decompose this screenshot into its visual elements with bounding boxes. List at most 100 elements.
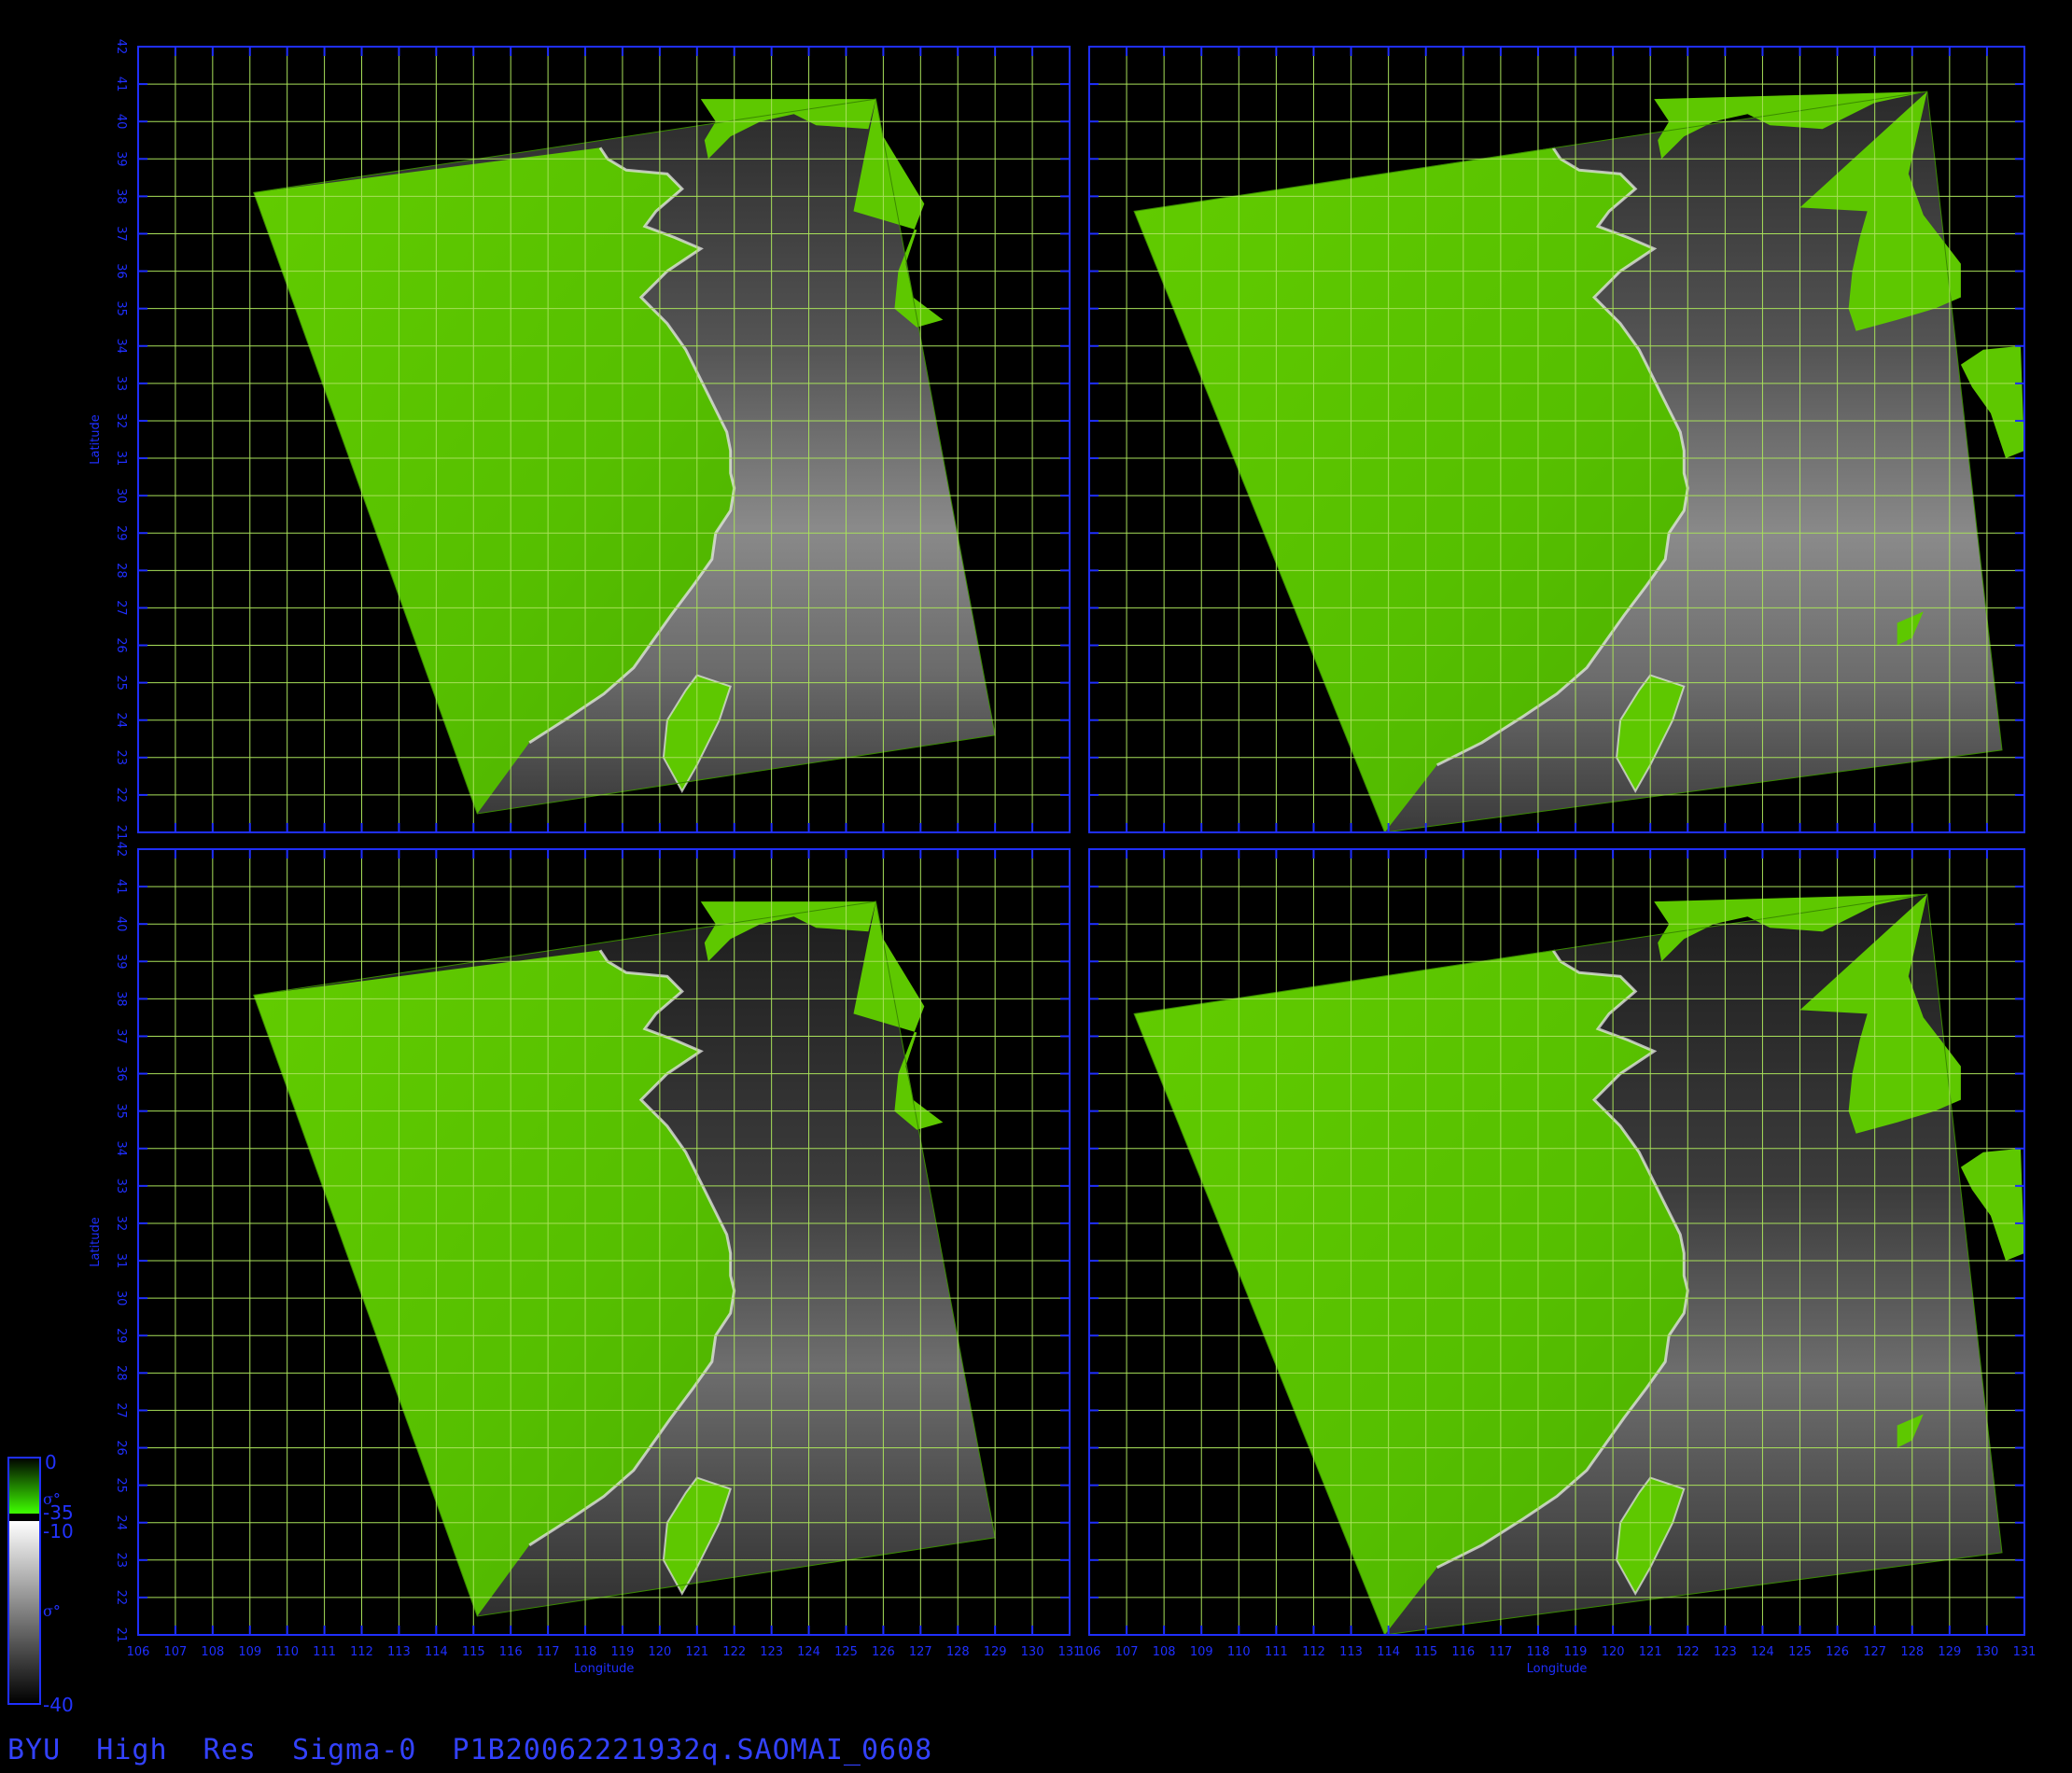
- lon-tick-label: 119: [1564, 1645, 1588, 1659]
- lat-tick-label: 21: [114, 1627, 128, 1643]
- lon-tick-label: 106: [1078, 1645, 1101, 1659]
- lat-tick-label: 21: [114, 825, 128, 841]
- lat-tick-label: 36: [114, 1066, 128, 1082]
- lat-tick-label: 38: [114, 188, 128, 204]
- swath-image: [1133, 893, 2024, 1635]
- figure-title: BYU High Res Sigma-0 P1B20062221932q.SAO…: [7, 1734, 933, 1766]
- lon-tick-label: 114: [1377, 1645, 1400, 1659]
- lat-tick-label: 33: [114, 1179, 128, 1194]
- lon-tick-label: 114: [425, 1645, 448, 1659]
- lat-tick-label: 22: [114, 788, 128, 803]
- lat-tick-label: 26: [114, 637, 128, 653]
- lon-tick-label: 113: [1339, 1645, 1363, 1659]
- x-axis-label: Longitude: [1527, 1662, 1588, 1676]
- lon-tick-label: 130: [1021, 1645, 1044, 1659]
- lat-tick-label: 23: [114, 1553, 128, 1569]
- swath-image: [253, 900, 996, 1617]
- lon-tick-label: 107: [1115, 1645, 1139, 1659]
- lat-tick-label: 28: [114, 1365, 128, 1381]
- map-panel-top-right: [1088, 46, 2025, 833]
- lon-tick-label: 125: [834, 1645, 858, 1659]
- lon-tick-label: 110: [1227, 1645, 1251, 1659]
- lat-tick-label: 37: [114, 226, 128, 242]
- lat-tick-label: 25: [114, 1477, 128, 1493]
- lon-tick-label: 116: [1451, 1645, 1475, 1659]
- lon-tick-label: 109: [238, 1645, 261, 1659]
- map-figure: 21 22 23 24 25 26 27 28 29 30 31 32 33 34 35 36 37 38 39 40…: [7, 39, 2036, 1716]
- lat-tick-label: 34: [114, 338, 128, 354]
- lon-tick-label: 119: [611, 1645, 635, 1659]
- lon-tick-label: 129: [984, 1645, 1007, 1659]
- colorbar-gray-bottom-label: -40: [43, 1694, 74, 1716]
- lat-tick-label: 30: [114, 1291, 128, 1306]
- lat-tick-label: 40: [114, 916, 128, 932]
- land-kyushu: [1960, 1148, 2024, 1261]
- lon-tick-label: 120: [1602, 1645, 1625, 1659]
- lat-tick-label: 32: [114, 413, 128, 429]
- lat-tick-label: 35: [114, 300, 128, 316]
- lat-tick-label: 29: [114, 525, 128, 541]
- colorbar: 0 σ° -35 -10 σ° -40: [7, 1451, 74, 1716]
- lon-tick-label: 128: [946, 1645, 970, 1659]
- lon-tick-label: 106: [127, 1645, 150, 1659]
- swath-image: [253, 98, 996, 815]
- lon-tick-label: 131: [2013, 1645, 2037, 1659]
- lon-tick-label: 109: [1190, 1645, 1213, 1659]
- lat-tick-label: 27: [114, 1403, 128, 1418]
- lat-tick-label: 22: [114, 1590, 128, 1606]
- lon-tick-label: 126: [872, 1645, 895, 1659]
- lon-tick-label: 117: [1489, 1645, 1512, 1659]
- lon-tick-label: 112: [1302, 1645, 1325, 1659]
- colorbar-gray-top-label: -10: [43, 1520, 74, 1543]
- lon-tick-label: 121: [685, 1645, 708, 1659]
- lon-tick-label: 107: [164, 1645, 188, 1659]
- lat-tick-label: 41: [114, 879, 128, 895]
- lat-tick-label: 29: [114, 1328, 128, 1344]
- lat-tick-label: 42: [114, 39, 128, 55]
- swath-image: [1133, 91, 2024, 832]
- lon-tick-label: 122: [722, 1645, 746, 1659]
- lon-tick-label: 125: [1788, 1645, 1812, 1659]
- lat-tick-label: 39: [114, 151, 128, 167]
- lon-tick-label: 115: [462, 1645, 485, 1659]
- lon-tick-label: 126: [1826, 1645, 1849, 1659]
- lat-tick-label: 26: [114, 1440, 128, 1456]
- lon-tick-label: 112: [350, 1645, 373, 1659]
- colorbar-green-swatch: [8, 1458, 40, 1514]
- lat-tick-label: 42: [114, 842, 128, 858]
- lon-tick-label: 130: [1976, 1645, 1999, 1659]
- lon-tick-label: 127: [1863, 1645, 1886, 1659]
- map-panel-bottom-right: 106 107 108 109 110 111 112 113 114 115 116 117 118 1…: [1078, 848, 2037, 1676]
- colorbar-gray-swatch: [8, 1521, 40, 1704]
- lat-tick-label: 31: [114, 1253, 128, 1269]
- lat-tick-label: 32: [114, 1216, 128, 1232]
- lon-tick-label: 129: [1938, 1645, 1961, 1659]
- y-axis-label: Latitude: [89, 414, 103, 465]
- y-axis-label: Latitude: [89, 1217, 103, 1267]
- lat-tick-label: 23: [114, 750, 128, 766]
- lat-tick-label: 33: [114, 376, 128, 392]
- colorbar-green-top-label: 0: [45, 1451, 57, 1473]
- lat-tick-label: 27: [114, 600, 128, 616]
- lon-tick-label: 128: [1900, 1645, 1924, 1659]
- lat-tick-label: 34: [114, 1140, 128, 1156]
- lon-tick-label: 110: [275, 1645, 299, 1659]
- colorbar-gray-symbol: σ°: [43, 1602, 61, 1620]
- lat-tick-label: 35: [114, 1103, 128, 1119]
- lat-tick-label: 28: [114, 563, 128, 579]
- lon-tick-label: 121: [1639, 1645, 1662, 1659]
- panels-root: 21 22 23 24 25 26 27 28 29 30 31 32 33 34 35 36 37 38 39 40…: [89, 39, 2036, 1676]
- lat-tick-label: 39: [114, 954, 128, 970]
- lat-tick-label: 41: [114, 77, 128, 92]
- lat-tick-label: 24: [114, 712, 128, 728]
- lon-tick-label: 124: [1751, 1645, 1774, 1659]
- lon-tick-label: 118: [574, 1645, 597, 1659]
- lon-tick-label: 116: [499, 1645, 523, 1659]
- lon-tick-label: 108: [201, 1645, 224, 1659]
- map-panel-bottom-left: 21 22 23 24 25 26 27 28 29 30 31 32 33 34 35 36 37 38 39 40…: [89, 842, 1081, 1676]
- map-panel-top-left: 21 22 23 24 25 26 27 28 29 30 31 32 33 34 35 36 37 38 39 40…: [89, 39, 1071, 841]
- lon-tick-label: 115: [1414, 1645, 1437, 1659]
- x-axis-label: Longitude: [574, 1662, 635, 1676]
- lat-tick-label: 31: [114, 451, 128, 467]
- lat-tick-label: 24: [114, 1515, 128, 1530]
